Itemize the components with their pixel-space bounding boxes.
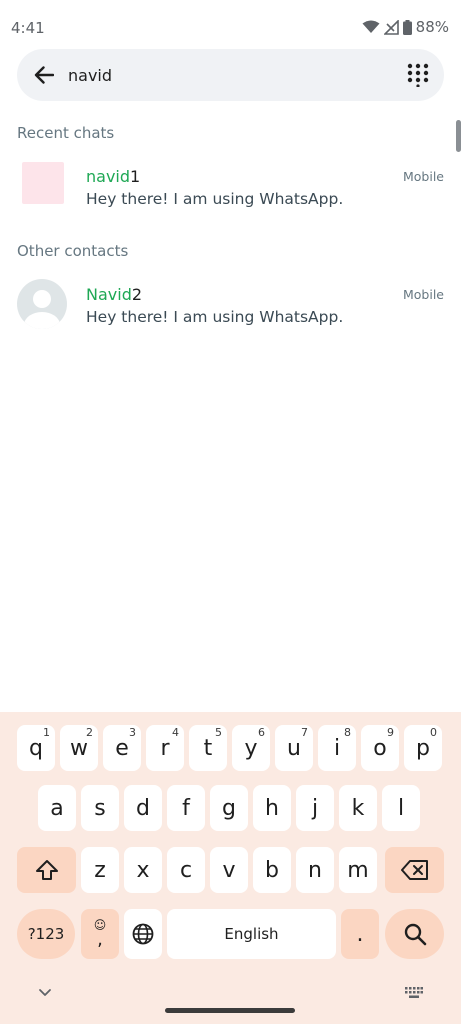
key-q[interactable]: q1 [17,725,55,771]
key-b[interactable]: b [253,847,291,893]
wifi-icon [362,20,380,33]
globe-icon [132,923,154,945]
name-match: Navid [86,285,132,304]
name-rest: 2 [131,285,143,304]
section-recent-chats: Recent chats [17,124,115,142]
space-key[interactable]: English [167,909,336,959]
contact-name: navid1 [86,167,140,186]
key-f[interactable]: f [167,785,205,831]
key-x[interactable]: x [124,847,162,893]
contact-name: Navid2 [86,285,142,304]
key-d[interactable]: d [124,785,162,831]
shift-icon [35,860,58,880]
key-v[interactable]: v [210,847,248,893]
keyboard: q1 w2 e3 r4 t5 y6 u7 i8 o9 p0 a s d f g … [0,712,461,1024]
navigation-handle[interactable] [165,1008,295,1013]
dialpad-icon[interactable] [406,63,430,87]
key-i[interactable]: i8 [318,725,356,771]
key-n[interactable]: n [296,847,334,893]
period-key[interactable]: . [341,909,379,959]
key-s[interactable]: s [81,785,119,831]
symbols-key[interactable]: ?123 [17,909,75,959]
key-e[interactable]: e3 [103,725,141,771]
chat-row[interactable]: navid1 Hey there! I am using WhatsApp. M… [0,150,461,220]
status-time: 4:41 [11,19,45,37]
key-k[interactable]: k [339,785,377,831]
name-match: navid [86,167,131,186]
search-bar [17,49,444,101]
key-l[interactable]: l [382,785,420,831]
shift-key[interactable] [17,847,76,893]
key-z[interactable]: z [81,847,119,893]
signal-icon [383,19,399,35]
key-c[interactable]: c [167,847,205,893]
key-p[interactable]: p0 [404,725,442,771]
key-h[interactable]: h [253,785,291,831]
backspace-icon [400,860,428,880]
key-t[interactable]: t5 [189,725,227,771]
back-button[interactable] [31,62,57,88]
key-j[interactable]: j [296,785,334,831]
contact-status: Hey there! I am using WhatsApp. [86,190,344,208]
battery-percent: 88% [415,18,449,36]
name-rest: 1 [130,167,141,186]
keyboard-icon[interactable] [405,987,423,999]
avatar [22,162,64,204]
key-y[interactable]: y6 [232,725,270,771]
search-key[interactable] [385,909,444,959]
search-icon [404,923,426,946]
status-bar: 4:41 88% [0,0,461,52]
backspace-key[interactable] [385,847,444,893]
back-arrow-icon [34,66,54,84]
chevron-down-icon[interactable] [38,988,52,998]
key-r[interactable]: r4 [146,725,184,771]
section-other-contacts: Other contacts [17,242,129,260]
phone-type: Mobile [402,169,444,184]
status-icons: 88% [362,18,449,36]
phone-type: Mobile [402,287,444,302]
key-m[interactable]: m [339,847,377,893]
language-key[interactable] [124,909,162,959]
default-avatar-icon [17,279,67,329]
search-input[interactable] [68,61,388,89]
key-w[interactable]: w2 [60,725,98,771]
contact-status: Hey there! I am using WhatsApp. [86,308,344,326]
key-g[interactable]: g [210,785,248,831]
contact-row[interactable]: Navid2 Hey there! I am using WhatsApp. M… [0,268,461,338]
key-u[interactable]: u7 [275,725,313,771]
key-a[interactable]: a [38,785,76,831]
comma-emoji-key[interactable]: ☺ , [81,909,119,959]
battery-icon [402,19,412,35]
key-o[interactable]: o9 [361,725,399,771]
scroll-indicator[interactable] [456,120,461,152]
